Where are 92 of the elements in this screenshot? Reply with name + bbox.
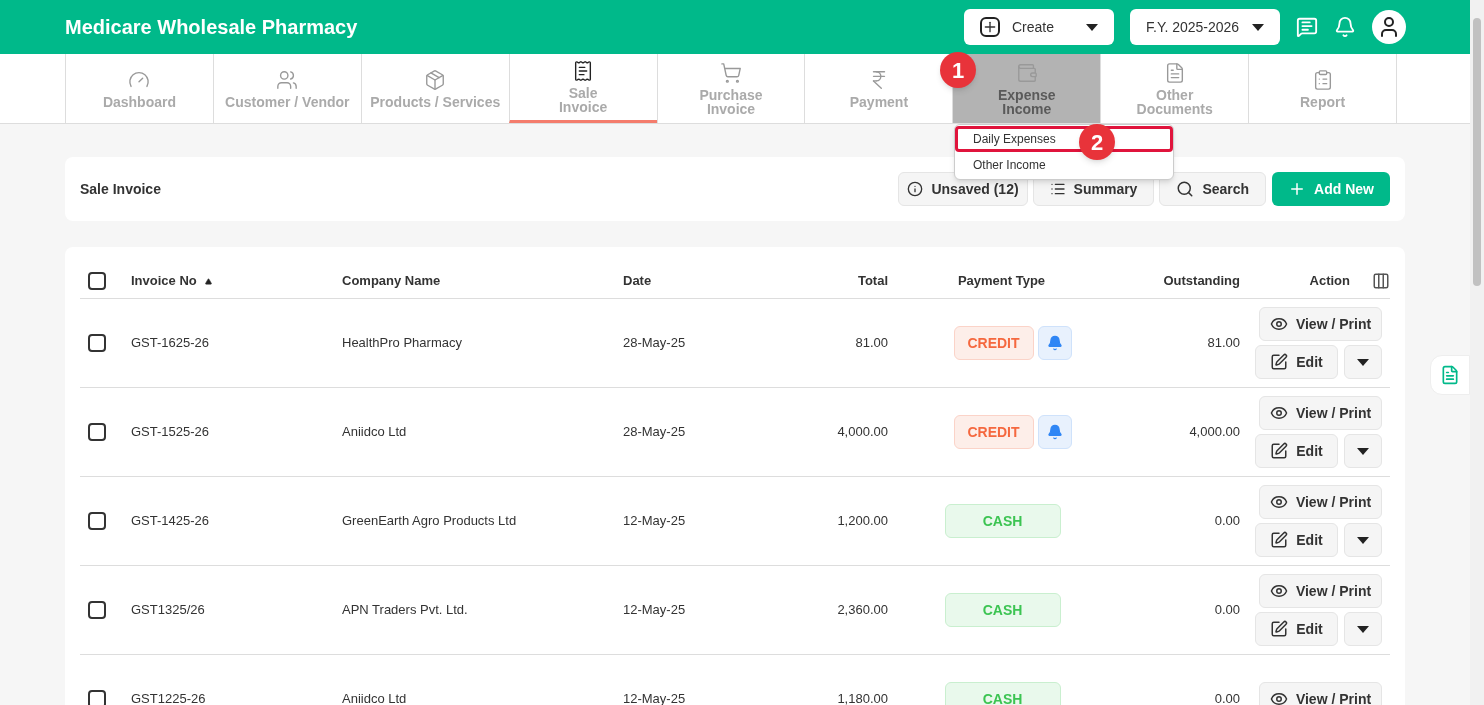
cart-icon bbox=[720, 61, 742, 84]
app-title: Medicare Wholesale Pharmacy bbox=[65, 15, 359, 40]
avatar[interactable] bbox=[1372, 10, 1406, 44]
columns-icon[interactable] bbox=[1372, 272, 1390, 290]
table-cell-text: GST1225-26 bbox=[131, 690, 207, 705]
table-cell-text: 1,200.00 bbox=[836, 512, 888, 531]
table-cell-text: 12-May-25 bbox=[623, 512, 687, 531]
pencil-icon bbox=[1270, 353, 1289, 371]
payment-type-badge: CREDIT bbox=[953, 415, 1034, 449]
view-print-button[interactable]: View / Print bbox=[1259, 574, 1382, 608]
page-title: Sale Invoice bbox=[80, 179, 162, 199]
table-cell-text: GST1325/26 bbox=[131, 601, 206, 620]
table-cell-text: APN Traders Pvt. Ltd. bbox=[342, 601, 469, 620]
more-button[interactable] bbox=[1344, 345, 1382, 379]
search-button[interactable]: Search bbox=[1159, 172, 1267, 206]
table-cell-text: Aniidco Ltd bbox=[342, 423, 408, 442]
search-icon bbox=[1176, 180, 1195, 198]
eye-icon bbox=[1269, 690, 1288, 705]
table-cell-text: 4,000.00 bbox=[1188, 423, 1240, 442]
bell-icon bbox=[1046, 424, 1063, 440]
people-icon bbox=[276, 68, 299, 91]
caret-icon bbox=[1357, 447, 1369, 455]
table-cell-text: 28-May-25 bbox=[623, 334, 687, 353]
column-header: Outstanding bbox=[1162, 272, 1240, 291]
fiscal-year-dropdown[interactable]: F.Y. 2025-2026 bbox=[1130, 9, 1280, 45]
column-header: Date bbox=[623, 272, 653, 291]
row-checkbox[interactable] bbox=[88, 334, 106, 352]
eye-icon bbox=[1269, 582, 1288, 600]
column-header: Action bbox=[1309, 272, 1350, 291]
table-cell-text: 4,000.00 bbox=[836, 423, 888, 442]
table-cell-text: 0.00 bbox=[1213, 512, 1240, 531]
wallet-icon bbox=[1015, 61, 1038, 84]
table-cell-text: Aniidco Ltd bbox=[342, 690, 408, 705]
eye-icon bbox=[1269, 493, 1288, 511]
table-cell-text: 81.00 bbox=[1206, 334, 1240, 353]
row-checkbox[interactable] bbox=[88, 423, 106, 441]
column-header[interactable]: Invoice No bbox=[131, 271, 342, 291]
pencil-icon bbox=[1270, 442, 1289, 460]
pencil-icon bbox=[1270, 531, 1289, 549]
table-cell-text: GST-1525-26 bbox=[131, 423, 211, 442]
edit-button[interactable]: Edit bbox=[1255, 345, 1338, 379]
payment-type-badge: CASH bbox=[944, 682, 1061, 705]
sort-icon[interactable] bbox=[204, 277, 212, 285]
payment-type-badge: CREDIT bbox=[953, 326, 1034, 360]
table-cell-text: 0.00 bbox=[1213, 690, 1240, 705]
view-print-button[interactable]: View / Print bbox=[1259, 396, 1382, 430]
table-cell-text: HealthPro Pharmacy bbox=[342, 334, 463, 353]
plus-icon bbox=[980, 17, 1000, 37]
reminder-button[interactable] bbox=[1037, 415, 1072, 449]
row-checkbox[interactable] bbox=[88, 690, 106, 705]
caret-icon bbox=[1357, 358, 1369, 366]
select-all-checkbox[interactable] bbox=[88, 272, 106, 290]
table-cell-text: 28-May-25 bbox=[623, 423, 687, 442]
payment-type-badge: CASH bbox=[944, 593, 1061, 627]
view-print-button[interactable]: View / Print bbox=[1259, 485, 1382, 519]
table-cell-text: 1,180.00 bbox=[836, 690, 888, 705]
view-print-button[interactable]: View / Print bbox=[1259, 682, 1382, 705]
eye-icon bbox=[1269, 315, 1288, 333]
row-checkbox[interactable] bbox=[88, 512, 106, 530]
bell-icon bbox=[1046, 335, 1063, 351]
view-print-button[interactable]: View / Print bbox=[1259, 307, 1382, 341]
more-button[interactable] bbox=[1344, 434, 1382, 468]
table-cell-text: 81.00 bbox=[854, 334, 888, 353]
pencil-icon bbox=[1270, 620, 1289, 638]
column-header: Total bbox=[856, 272, 888, 291]
document-icon bbox=[1440, 365, 1460, 385]
caret-icon bbox=[1357, 625, 1369, 633]
table-cell-text: 0.00 bbox=[1213, 601, 1240, 620]
more-button[interactable] bbox=[1344, 523, 1382, 557]
table-cell-text: 2,360.00 bbox=[836, 601, 888, 620]
row-checkbox[interactable] bbox=[88, 601, 106, 619]
list-icon bbox=[1049, 181, 1066, 197]
caret-icon bbox=[1252, 23, 1264, 31]
edit-button[interactable]: Edit bbox=[1255, 523, 1338, 557]
info-icon bbox=[907, 181, 924, 197]
caret-icon bbox=[1357, 536, 1369, 544]
reminder-button[interactable] bbox=[1037, 326, 1072, 360]
eye-icon bbox=[1269, 404, 1288, 422]
column-header: Company Name bbox=[342, 272, 442, 291]
payment-type-badge: CASH bbox=[944, 504, 1061, 538]
scrollbar-thumb[interactable] bbox=[1473, 18, 1481, 286]
box-icon bbox=[424, 68, 447, 91]
table-cell-text: GST-1625-26 bbox=[131, 334, 211, 353]
table-cell-text: GST-1425-26 bbox=[131, 512, 211, 531]
edit-button[interactable]: Edit bbox=[1255, 612, 1338, 646]
table-cell-text: GreenEarth Agro Products Ltd bbox=[342, 512, 518, 531]
table-cell-text: 12-May-25 bbox=[623, 601, 687, 620]
create-button[interactable]: Create bbox=[964, 9, 1114, 45]
edit-button[interactable]: Edit bbox=[1255, 434, 1338, 468]
column-header: Payment Type bbox=[956, 272, 1047, 291]
more-button[interactable] bbox=[1344, 612, 1382, 646]
caret-icon bbox=[1086, 23, 1098, 31]
